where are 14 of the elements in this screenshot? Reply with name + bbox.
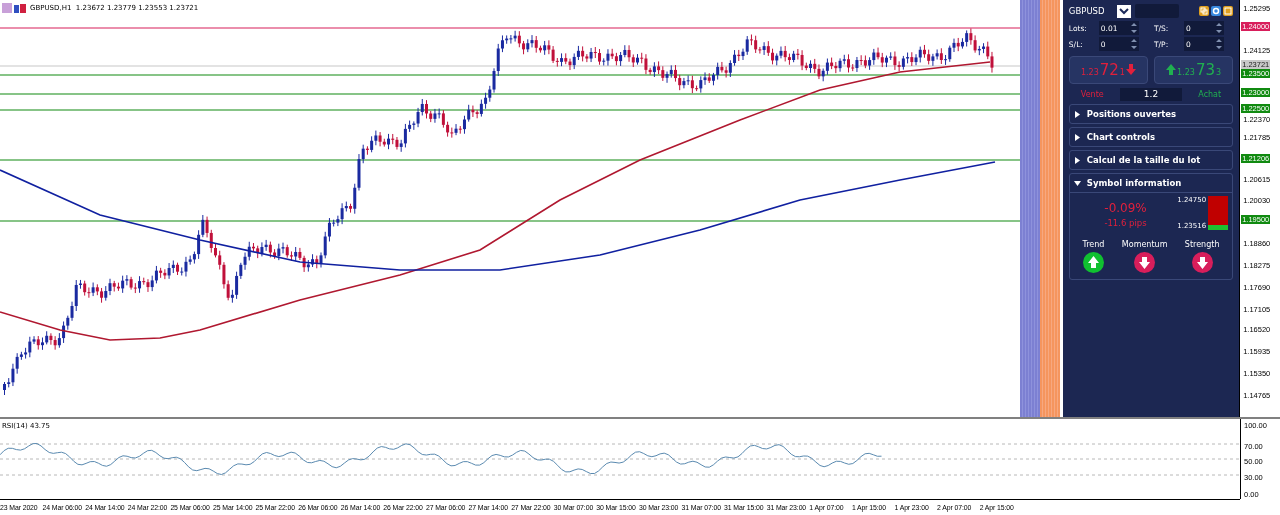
change-pips: -11.6 pips: [1104, 218, 1147, 228]
section-header[interactable]: Positions ouvertes: [1069, 105, 1233, 123]
section-header[interactable]: Calcul de la taille du lot: [1069, 151, 1233, 169]
signal-label: Strength: [1184, 240, 1220, 249]
section-header[interactable]: Chart controls: [1069, 128, 1233, 146]
sell-label: Vente: [1080, 89, 1104, 99]
signal-label: Trend: [1082, 240, 1105, 249]
buy-button[interactable]: 1.23 73 3: [1154, 56, 1234, 84]
change-percent: -0.09%: [1104, 201, 1147, 215]
volume-field[interactable]: 1.2: [1120, 87, 1183, 101]
buy-label: Achat: [1198, 89, 1222, 99]
symbol-label: GBPUSD: [1068, 6, 1106, 16]
signal-label: Momentum: [1121, 240, 1168, 249]
section-header[interactable]: Symbol information: [1069, 174, 1233, 192]
